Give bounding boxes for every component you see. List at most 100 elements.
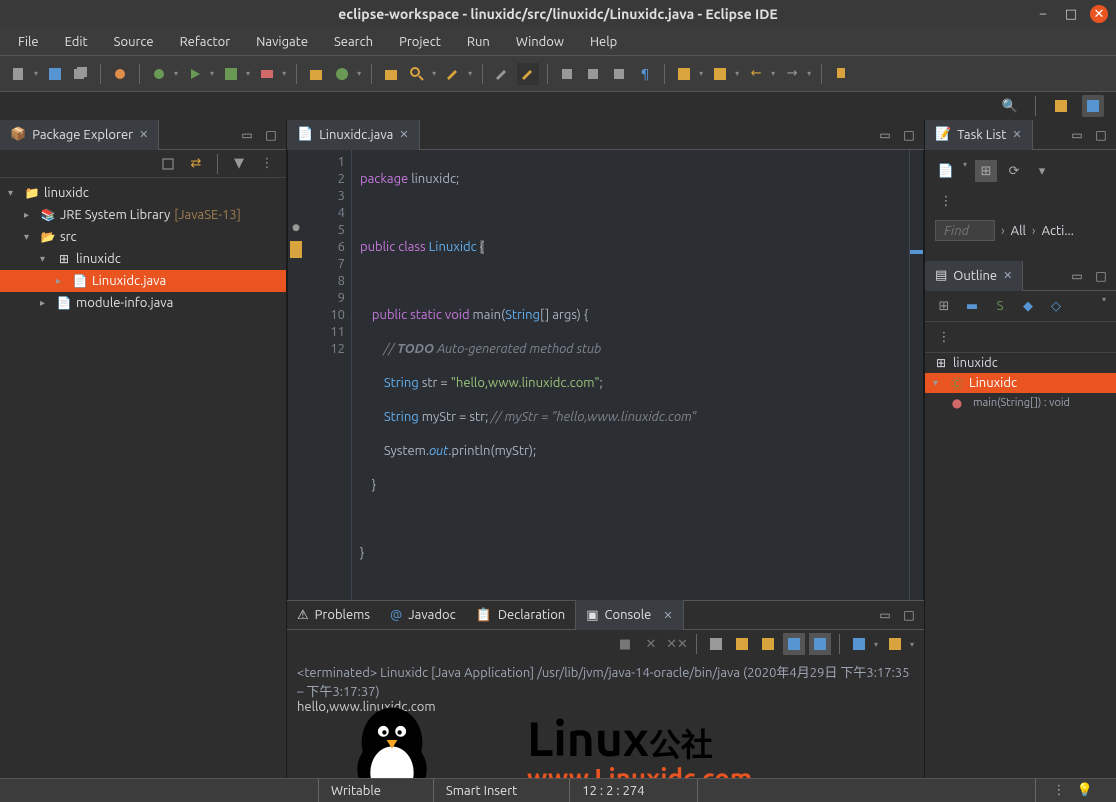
annotate-icon[interactable] (442, 63, 464, 85)
hide-local-icon[interactable]: ◇ (1045, 295, 1067, 317)
remove-launch-icon[interactable]: ✕ (640, 633, 662, 655)
highlight-icon[interactable] (517, 63, 539, 85)
maximize-editor-icon[interactable]: □ (900, 126, 918, 144)
menu-navigate[interactable]: Navigate (246, 31, 318, 53)
save-all-icon[interactable] (70, 63, 92, 85)
word-wrap-icon[interactable] (757, 633, 779, 655)
link-icon[interactable] (109, 63, 131, 85)
tip-icon[interactable]: ⋮ (1048, 780, 1070, 802)
menu-source[interactable]: Source (104, 31, 164, 53)
sync-icon[interactable]: ⟳ (1003, 160, 1025, 182)
outline-tab[interactable]: ▤ Outline ✕ (925, 261, 1023, 291)
save-icon[interactable] (44, 63, 66, 85)
close-icon[interactable]: ✕ (139, 128, 148, 141)
view-menu-icon[interactable]: ⋮ (935, 190, 957, 212)
pin-icon[interactable] (830, 63, 852, 85)
problems-tab[interactable]: ⚠Problems (287, 600, 380, 630)
scroll-lock-icon[interactable] (731, 633, 753, 655)
new-icon[interactable] (8, 63, 30, 85)
menu-project[interactable]: Project (389, 31, 451, 53)
show-console-icon[interactable] (809, 633, 831, 655)
maximize-view-icon[interactable]: □ (900, 606, 918, 624)
minimize-button[interactable]: – (1034, 5, 1052, 23)
maximize-view-icon[interactable]: □ (262, 126, 280, 144)
categorize-icon[interactable]: ⊞ (975, 160, 997, 182)
remove-all-icon[interactable]: ✕✕ (666, 633, 688, 655)
ext-tools-icon[interactable] (256, 63, 278, 85)
menu-refactor[interactable]: Refactor (170, 31, 241, 53)
run-icon[interactable] (184, 63, 206, 85)
close-icon[interactable]: ✕ (663, 609, 672, 622)
maximize-button[interactable]: □ (1062, 5, 1080, 23)
tree-project[interactable]: ▾📁 linuxidc (0, 182, 286, 204)
outline-method[interactable]: ● main(String[]) : void (925, 393, 1116, 413)
maximize-view-icon[interactable]: □ (1092, 267, 1110, 285)
clear-console-icon[interactable] (705, 633, 727, 655)
minimize-view-icon[interactable]: ▭ (1068, 126, 1086, 144)
menu-search[interactable]: Search (324, 31, 383, 53)
tree-package[interactable]: ▾⊞ linuxidc (0, 248, 286, 270)
tasklist-tab[interactable]: 📝 Task List ✕ (925, 120, 1033, 150)
tree-jre[interactable]: ▸📚 JRE System Library [JavaSE-13] (0, 204, 286, 226)
menu-window[interactable]: Window (506, 31, 574, 53)
new-class-icon[interactable] (331, 63, 353, 85)
menu-run[interactable]: Run (457, 31, 500, 53)
bookmark-icon[interactable] (709, 63, 731, 85)
filter-icon[interactable]: ▼ (228, 153, 250, 175)
all-link[interactable]: All (1011, 224, 1026, 238)
pilcrow-icon[interactable]: ¶ (634, 63, 656, 85)
minimize-editor-icon[interactable]: ▭ (876, 126, 894, 144)
debug-icon[interactable] (148, 63, 170, 85)
close-icon[interactable]: ✕ (399, 128, 408, 141)
code-editor[interactable]: ● 1 2 3 4 5 6 7 8 9 10 11 12 package lin… (287, 150, 924, 600)
console-tab[interactable]: ▣Console✕ (575, 600, 683, 630)
collapse-all-icon[interactable] (157, 153, 179, 175)
close-icon[interactable]: ✕ (1012, 128, 1021, 141)
new-pkg-icon[interactable] (305, 63, 327, 85)
tree-file-module[interactable]: ▸📄 module-info.java (0, 292, 286, 314)
display-console-icon[interactable] (848, 633, 870, 655)
view-menu-icon[interactable]: ⋮ (933, 326, 955, 348)
tree-file-linuxidc[interactable]: ▸📄 Linuxidc.java (0, 270, 286, 292)
format-icon[interactable] (608, 63, 630, 85)
console-output[interactable]: <terminated> Linuxidc [Java Application]… (287, 658, 924, 778)
search-icon[interactable] (406, 63, 428, 85)
open-perspective-icon[interactable] (1050, 95, 1072, 117)
tree-src[interactable]: ▾📂 src (0, 226, 286, 248)
minimize-view-icon[interactable]: ▭ (238, 126, 256, 144)
refresh-icon[interactable] (556, 63, 578, 85)
sort-icon[interactable]: ⊞ (933, 295, 955, 317)
close-icon[interactable]: ✕ (1003, 269, 1012, 282)
javadoc-tab[interactable]: @Javadoc (380, 600, 466, 630)
build-icon[interactable] (582, 63, 604, 85)
code-content[interactable]: package linuxidc; public class Linuxidc … (352, 150, 909, 600)
maximize-view-icon[interactable]: □ (1092, 126, 1110, 144)
editor-tab[interactable]: 📄 Linuxidc.java ✕ (287, 120, 420, 150)
menu-help[interactable]: Help (580, 31, 627, 53)
minimize-view-icon[interactable]: ▭ (1068, 267, 1086, 285)
bulb-icon[interactable]: 💡 (1074, 780, 1096, 802)
hide-fields-icon[interactable]: ▬ (961, 295, 983, 317)
terminate-icon[interactable]: ■ (614, 633, 636, 655)
find-input[interactable] (935, 220, 995, 241)
hide-non-public-icon[interactable]: ◆ (1017, 295, 1039, 317)
overview-ruler[interactable] (909, 150, 923, 600)
menu-file[interactable]: File (8, 31, 49, 53)
forward-icon[interactable]: → (781, 63, 803, 85)
minimize-view-icon[interactable]: ▭ (876, 606, 894, 624)
view-menu-icon[interactable]: ⋮ (256, 153, 278, 175)
outline-package[interactable]: ⊞ linuxidc (925, 353, 1116, 373)
toggle-mark-icon[interactable] (491, 63, 513, 85)
menu-edit[interactable]: Edit (55, 31, 98, 53)
activate-link[interactable]: Acti... (1042, 224, 1074, 238)
package-explorer-tab[interactable]: 📦 Package Explorer ✕ (0, 120, 159, 150)
close-button[interactable]: ✕ (1090, 5, 1108, 23)
nav-icon[interactable] (673, 63, 695, 85)
open-console-icon[interactable] (884, 633, 906, 655)
outline-class[interactable]: ▾ Ⓒ Linuxidc (925, 373, 1116, 393)
java-perspective-icon[interactable] (1082, 95, 1104, 117)
coverage-icon[interactable] (220, 63, 242, 85)
pin-console-icon[interactable] (783, 633, 805, 655)
hide-static-icon[interactable]: S (989, 295, 1011, 317)
declaration-tab[interactable]: 📋Declaration (466, 600, 576, 630)
